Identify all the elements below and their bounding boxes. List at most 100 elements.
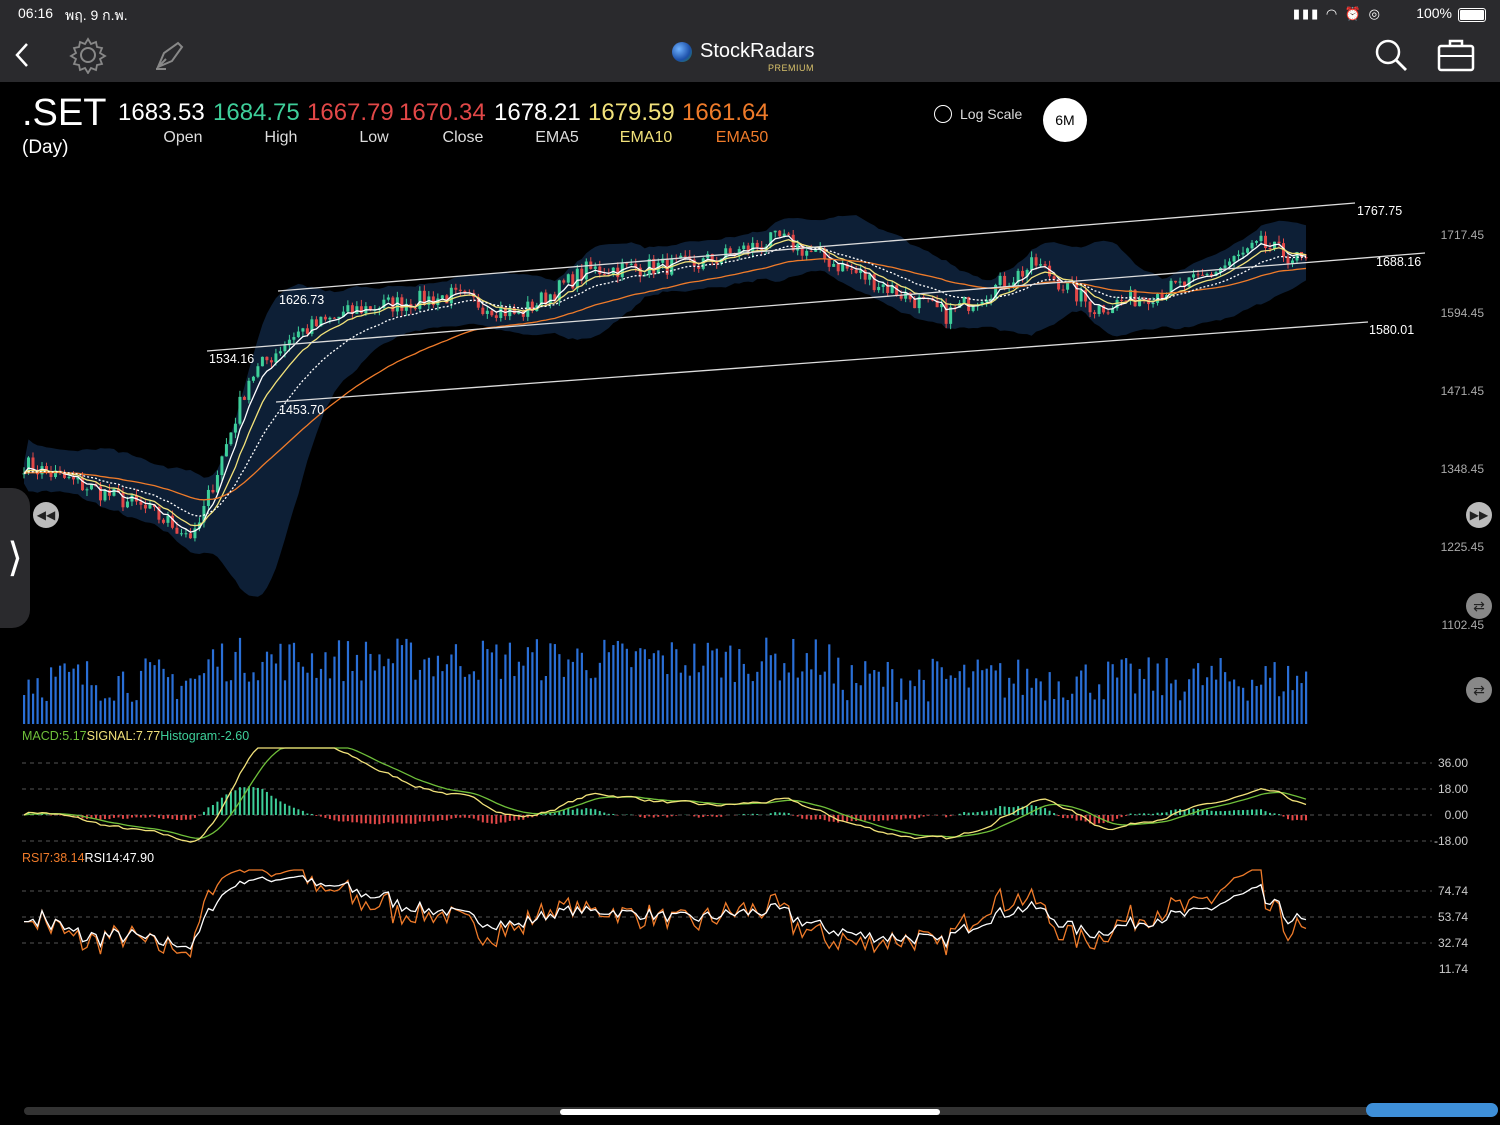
- price-axis-tick: 1717.45: [1441, 228, 1485, 242]
- candle-body: [629, 263, 633, 265]
- macd-histogram-bar: [778, 812, 781, 815]
- volume-bar: [135, 700, 138, 724]
- volume-bar: [1053, 698, 1056, 724]
- rsi-axis-tick: 53.74: [1438, 910, 1468, 924]
- macd-histogram-bar: [1165, 812, 1168, 815]
- scroll-forward-button[interactable]: ▶▶: [1466, 502, 1492, 528]
- candle-body: [413, 308, 417, 310]
- macd-histogram-bar: [1282, 815, 1285, 817]
- macd-histogram-bar: [166, 815, 169, 819]
- volume-bar: [949, 675, 952, 724]
- macd-histogram-bar: [1278, 814, 1281, 815]
- macd-histogram-bar: [1134, 814, 1137, 815]
- volume-bar: [859, 685, 862, 724]
- volume-bar: [1273, 662, 1276, 724]
- macd-histogram-bar: [414, 815, 417, 824]
- volume-bar: [418, 669, 422, 724]
- macd-histogram-bar: [904, 815, 907, 819]
- volume-bar: [1215, 679, 1218, 724]
- volume-bar: [940, 667, 943, 724]
- volume-bar: [513, 676, 516, 724]
- macd-histogram-bar: [157, 815, 160, 819]
- sync-price-button[interactable]: ⇄: [1466, 593, 1492, 619]
- candle-body: [391, 297, 395, 312]
- candle-body: [143, 504, 147, 509]
- volume-bar: [499, 678, 503, 724]
- volume-bar: [171, 674, 174, 724]
- candle-body: [1192, 274, 1196, 278]
- candle-body: [242, 396, 246, 400]
- macd-histogram-bar: [216, 801, 219, 815]
- macd-histogram-bar: [112, 815, 115, 818]
- volume-bar: [387, 658, 390, 724]
- volume-bar: [144, 658, 147, 724]
- macd-histogram-bar: [1300, 815, 1303, 821]
- sync-volume-button[interactable]: ⇄: [1466, 677, 1492, 703]
- scroll-back-button[interactable]: ◀◀: [33, 502, 59, 528]
- candle-body: [562, 280, 566, 283]
- volume-bar: [1255, 686, 1258, 724]
- macd-histogram-bar: [423, 815, 426, 822]
- volume-bar: [927, 701, 930, 724]
- volume-bar: [630, 667, 633, 724]
- candle-body: [328, 317, 332, 320]
- volume-bar: [990, 665, 993, 724]
- macd-histogram-bar: [171, 815, 174, 820]
- volume-bar: [661, 655, 664, 724]
- macd-axis-tick: 36.00: [1438, 756, 1468, 770]
- volume-bar: [864, 661, 867, 724]
- candle-body: [827, 259, 831, 267]
- volume-bar: [85, 661, 89, 724]
- macd-histogram-bar: [949, 815, 952, 817]
- candle-body: [265, 356, 269, 361]
- macd-histogram-bar: [981, 811, 984, 815]
- macd-histogram-bar: [405, 815, 408, 824]
- macd-histogram-bar: [310, 813, 313, 815]
- trendline-lower: [275, 321, 1369, 403]
- macd-histogram-bar: [1269, 812, 1272, 815]
- chart-area[interactable]: 1717.45 1594.45 1471.45 1348.45 1225.45 1102.…: [0, 0, 1500, 1100]
- macd-histogram-bar: [589, 808, 592, 815]
- candle-body: [1043, 264, 1047, 266]
- volume-bar: [121, 671, 125, 724]
- rsi-axis-tick: 74.74: [1438, 884, 1468, 898]
- macd-histogram-bar: [967, 812, 970, 815]
- candle-body: [323, 316, 327, 320]
- volume-bar: [535, 639, 538, 724]
- volume-bar: [567, 659, 570, 724]
- macd-histogram-bar: [504, 815, 507, 823]
- volume-bar: [909, 680, 912, 724]
- rsi-axis-tick: 32.74: [1438, 936, 1468, 950]
- timeline-scroll-thumb[interactable]: [1366, 1103, 1498, 1117]
- macd-histogram-bar: [1125, 815, 1128, 816]
- macd-histogram-bar: [819, 815, 822, 820]
- volume-bar: [247, 681, 251, 724]
- volume-bar: [481, 640, 485, 724]
- macd-histogram-bar: [1075, 815, 1078, 821]
- macd-histogram-bar: [193, 815, 196, 818]
- volume-bar: [877, 671, 880, 724]
- volume-bar: [958, 671, 961, 724]
- volume-bar: [396, 638, 399, 724]
- volume-bar: [423, 659, 426, 724]
- signal-label: SIGNAL:7.77: [86, 729, 161, 743]
- volume-bar: [1161, 695, 1164, 724]
- macd-histogram-bar: [1251, 809, 1254, 815]
- side-panel-handle[interactable]: ⟩: [0, 488, 30, 628]
- candle-body: [1196, 274, 1200, 276]
- macd-histogram-bar: [297, 809, 300, 815]
- volume-bar: [648, 659, 651, 724]
- macd-histogram-bar: [301, 810, 304, 815]
- volume-bar: [441, 671, 444, 724]
- macd-histogram-bar: [1161, 812, 1164, 815]
- candle-body: [755, 242, 759, 248]
- candle-body: [773, 230, 777, 233]
- candle-body: [899, 295, 903, 299]
- macd-histogram-bar: [697, 815, 700, 818]
- volume-bar: [954, 677, 957, 724]
- volume-bar: [94, 685, 98, 724]
- volume-bar: [729, 645, 732, 724]
- volume-bar: [810, 669, 813, 724]
- macd-axis-tick: 18.00: [1438, 782, 1468, 796]
- volume-bar: [724, 651, 727, 724]
